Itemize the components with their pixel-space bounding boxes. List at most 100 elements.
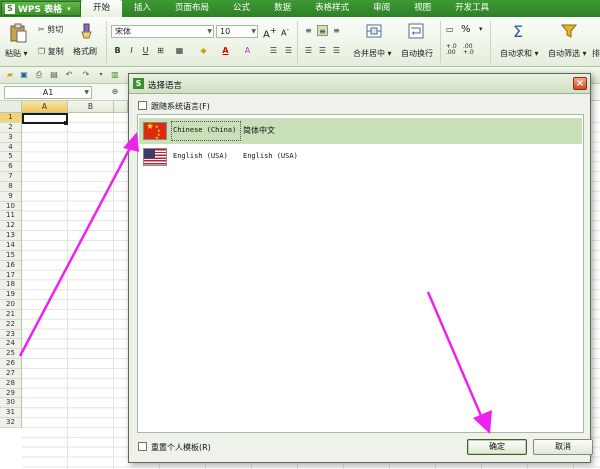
row-header[interactable]: 12 bbox=[0, 221, 22, 232]
row-header[interactable]: 25 bbox=[0, 349, 22, 360]
format-painter-button[interactable]: 格式刷 bbox=[73, 46, 97, 57]
align-center-icon[interactable]: ☰ bbox=[317, 45, 328, 56]
sort-button[interactable]: 排 bbox=[592, 48, 600, 59]
row-header[interactable]: 21 bbox=[0, 309, 22, 320]
row-header[interactable]: 11 bbox=[0, 211, 22, 222]
tab-review[interactable]: 审阅 bbox=[361, 0, 402, 17]
filter-icon[interactable] bbox=[560, 23, 578, 39]
tab-page-layout[interactable]: 页面布局 bbox=[163, 0, 221, 17]
number-format-icon[interactable]: ▭ bbox=[446, 25, 454, 34]
row-header[interactable]: 32 bbox=[0, 418, 22, 428]
column-header-b[interactable]: B bbox=[68, 101, 114, 113]
language-list[interactable]: ★ ★ ★ ★ ★ Chinese (China) 简体中文 English (… bbox=[137, 114, 584, 433]
tab-formulas[interactable]: 公式 bbox=[221, 0, 262, 17]
row-header[interactable]: 20 bbox=[0, 300, 22, 310]
name-box[interactable]: A1 ▼ bbox=[4, 86, 92, 99]
row-header[interactable]: 15 bbox=[0, 250, 22, 261]
ok-button[interactable]: 确定 bbox=[467, 439, 527, 455]
reset-template-checkbox[interactable] bbox=[138, 442, 147, 451]
redo-icon[interactable]: ↷ bbox=[81, 70, 91, 80]
fill-handle[interactable] bbox=[64, 121, 68, 125]
row-header[interactable]: 4 bbox=[0, 142, 22, 153]
close-button[interactable]: × bbox=[573, 77, 587, 90]
cell-color-icon[interactable]: ▦ bbox=[174, 45, 185, 56]
grow-font-icon[interactable]: A+ bbox=[263, 25, 277, 40]
align-middle-icon[interactable]: ≡ bbox=[317, 25, 328, 36]
row-header[interactable]: 17 bbox=[0, 270, 22, 281]
border-icon[interactable]: ⊞ bbox=[155, 45, 166, 56]
indent-decrease-icon[interactable]: ☰ bbox=[268, 45, 279, 56]
percent-button[interactable]: % bbox=[461, 24, 471, 35]
save-icon[interactable]: ▣ bbox=[19, 70, 29, 80]
auto-sum-button[interactable]: 自动求和 ▾ bbox=[500, 48, 539, 59]
align-top-icon[interactable]: ≡ bbox=[303, 25, 314, 36]
chevron-down-icon[interactable]: ▾ bbox=[479, 25, 483, 33]
fill-color-icon[interactable]: ◆ bbox=[198, 45, 209, 56]
open-folder-icon[interactable]: ▰ bbox=[5, 70, 15, 80]
row-header[interactable]: 24 bbox=[0, 339, 22, 350]
row-header[interactable]: 16 bbox=[0, 260, 22, 271]
font-color-icon[interactable]: A bbox=[220, 45, 231, 56]
copy-button[interactable]: ❐ 复制 bbox=[38, 46, 64, 57]
row-header[interactable]: 22 bbox=[0, 319, 22, 330]
active-cell-a1[interactable] bbox=[22, 113, 68, 124]
tab-insert[interactable]: 插入 bbox=[122, 0, 163, 17]
language-item-english[interactable]: English (USA) English (USA) bbox=[139, 144, 582, 170]
decrease-decimal-button[interactable]: .00 +.0 bbox=[463, 44, 477, 56]
row-header[interactable]: 8 bbox=[0, 181, 22, 192]
column-header-a[interactable]: A bbox=[22, 101, 68, 113]
bold-button[interactable]: B bbox=[112, 45, 123, 56]
row-header[interactable]: 1 bbox=[0, 113, 22, 123]
increase-decimal-button[interactable]: +.0 .00 bbox=[446, 44, 460, 56]
row-header[interactable]: 30 bbox=[0, 398, 22, 409]
zoom-icon[interactable]: ⊕ bbox=[110, 87, 120, 97]
font-size-select[interactable]: 10 ▼ bbox=[216, 25, 258, 38]
row-header[interactable]: 14 bbox=[0, 240, 22, 251]
indent-increase-icon[interactable]: ☰ bbox=[283, 45, 294, 56]
chevron-down-icon[interactable]: ▾ bbox=[96, 70, 106, 80]
select-all-corner[interactable] bbox=[0, 101, 22, 113]
row-header[interactable]: 19 bbox=[0, 290, 22, 301]
row-header[interactable]: 3 bbox=[0, 132, 22, 143]
row-header[interactable]: 7 bbox=[0, 172, 22, 182]
reset-template-label[interactable]: 重置个人模板(R) bbox=[151, 442, 211, 453]
row-header[interactable]: 2 bbox=[0, 122, 22, 133]
follow-system-checkbox[interactable] bbox=[138, 101, 147, 110]
row-header[interactable]: 6 bbox=[0, 162, 22, 173]
undo-icon[interactable]: ↶ bbox=[64, 70, 74, 80]
tab-view[interactable]: 视图 bbox=[402, 0, 443, 17]
merge-icon[interactable] bbox=[366, 23, 382, 39]
row-header[interactable]: 28 bbox=[0, 378, 22, 389]
paste-button[interactable]: 粘贴 ▾ bbox=[5, 48, 28, 59]
auto-filter-button[interactable]: 自动筛选 ▾ bbox=[548, 48, 587, 59]
row-header[interactable]: 31 bbox=[0, 408, 22, 419]
row-header[interactable]: 10 bbox=[0, 201, 22, 212]
row-header[interactable]: 5 bbox=[0, 152, 22, 163]
sigma-icon[interactable]: Σ bbox=[513, 22, 523, 41]
wrap-text-button[interactable]: 自动换行 bbox=[401, 48, 433, 59]
row-header[interactable]: 9 bbox=[0, 191, 22, 202]
print-icon[interactable]: ⎙ bbox=[34, 70, 44, 80]
row-header[interactable]: 27 bbox=[0, 368, 22, 379]
align-left-icon[interactable]: ☰ bbox=[303, 45, 314, 56]
wrap-text-icon[interactable] bbox=[408, 23, 424, 39]
paste-icon[interactable] bbox=[8, 23, 28, 43]
dialog-title-bar[interactable]: S 选择语言 × bbox=[129, 74, 590, 94]
language-item-chinese[interactable]: ★ ★ ★ ★ ★ Chinese (China) 简体中文 bbox=[139, 118, 582, 144]
column-header[interactable] bbox=[114, 101, 128, 113]
tab-home[interactable]: 开始 bbox=[81, 0, 123, 17]
row-header[interactable]: 29 bbox=[0, 388, 22, 399]
shrink-font-icon[interactable]: A- bbox=[281, 26, 289, 38]
row-header[interactable]: 18 bbox=[0, 280, 22, 291]
row-header[interactable]: 26 bbox=[0, 359, 22, 369]
font-name-select[interactable]: 宋体 ▼ bbox=[111, 25, 214, 38]
print-preview-icon[interactable]: ▤ bbox=[49, 70, 59, 80]
tab-developer[interactable]: 开发工具 bbox=[443, 0, 501, 17]
row-header[interactable]: 23 bbox=[0, 329, 22, 340]
cancel-button[interactable]: 取消 bbox=[533, 439, 593, 455]
underline-button[interactable]: U bbox=[140, 45, 151, 56]
cut-button[interactable]: ✂ 剪切 bbox=[38, 24, 63, 35]
tab-data[interactable]: 数据 bbox=[262, 0, 303, 17]
row-header[interactable]: 13 bbox=[0, 231, 22, 241]
align-bottom-icon[interactable]: ≡ bbox=[331, 25, 342, 36]
